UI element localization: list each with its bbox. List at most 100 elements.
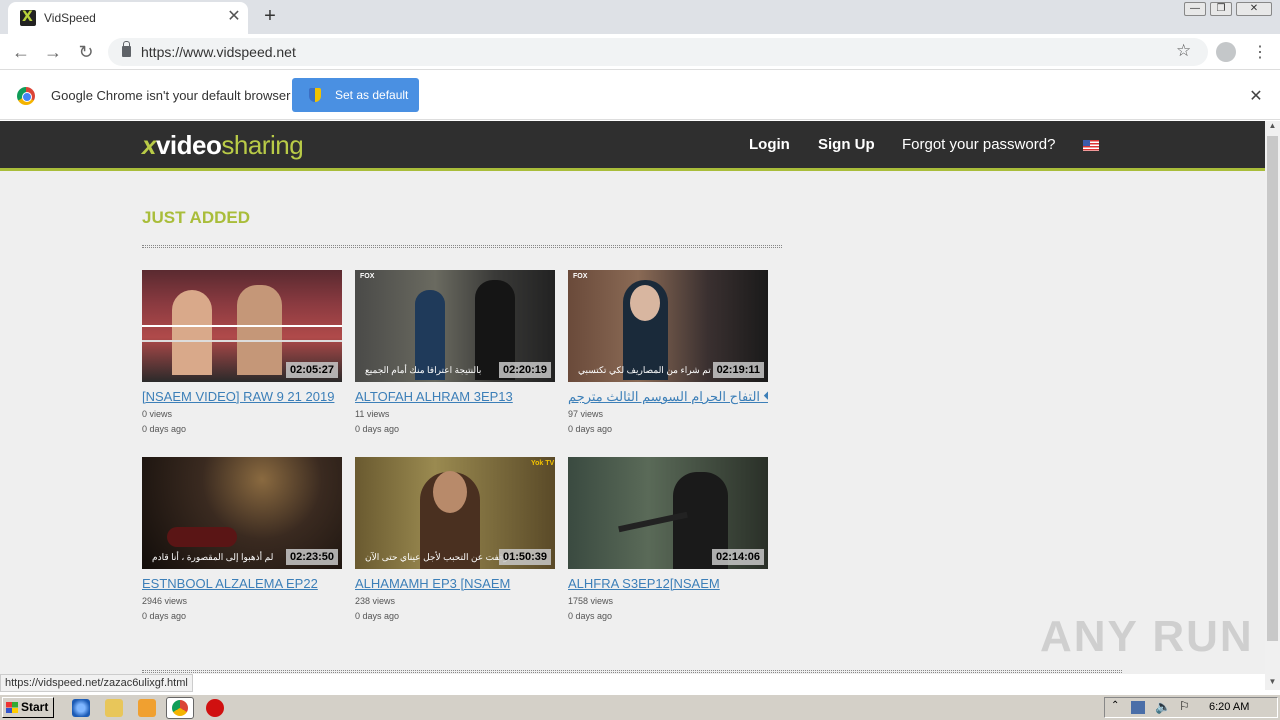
set-default-label: Set as default	[335, 88, 409, 102]
video-duration: 02:05:27	[285, 362, 338, 378]
scroll-up-icon[interactable]: ▲	[1265, 121, 1280, 135]
video-thumbnail[interactable]: FOX تم شراء من المصاريف لكي تكتسبي 02:19…	[568, 270, 768, 382]
video-card[interactable]: Yok TV توقفت عن التحبب لأجل عيناي حتى ال…	[355, 457, 555, 627]
tab-close-icon[interactable]: ✕	[226, 8, 242, 26]
flag-icon[interactable]: ⚐	[1179, 699, 1190, 713]
chrome-icon	[172, 700, 188, 716]
reload-icon[interactable]: ↻	[75, 41, 97, 63]
default-browser-infobar: Google Chrome isn't your default browser…	[0, 71, 1280, 120]
video-views: 2946 views	[142, 596, 188, 606]
video-title-link[interactable]: ESTNBOOL ALZALEMA EP22	[142, 576, 342, 591]
us-flag-icon[interactable]	[1083, 140, 1099, 151]
start-button[interactable]: Start	[2, 697, 54, 718]
status-bar-url: https://vidspeed.net/zazac6ulixgf.html	[0, 674, 193, 692]
video-subtitle: توقفت عن التحبب لأجل عيناي حتى الآن	[365, 552, 511, 562]
video-duration: 01:50:39	[498, 549, 551, 565]
set-as-default-button[interactable]: Set as default	[292, 78, 419, 112]
menu-dots-icon[interactable]: ⋮	[1252, 42, 1268, 62]
login-link[interactable]: Login	[749, 136, 790, 153]
network-icon[interactable]	[1131, 701, 1145, 714]
site-favicon-icon	[20, 9, 36, 26]
video-views: 11 views	[355, 409, 390, 419]
channel-logo: Yok TV	[531, 460, 555, 467]
video-title-link[interactable]: ALTOFAH ALHRAM 3EP13	[355, 389, 555, 404]
start-label: Start	[21, 700, 49, 714]
anyrun-watermark: ANY RUN	[1040, 612, 1254, 661]
video-title-link[interactable]: ALHFRA S3EP12[NSAEM	[568, 576, 768, 591]
video-card[interactable]: FOX بالنتيجة اعترافا منك أمام الجميع 02:…	[355, 270, 555, 440]
video-card[interactable]: 02:05:27 [NSAEM VIDEO] RAW 9 21 2019 0 v…	[142, 270, 342, 440]
windows-logo-icon	[6, 702, 18, 713]
volume-icon[interactable]: 🔈	[1155, 699, 1171, 715]
video-card[interactable]: لم أذهبوا إلى المقصورة ، أنا قادم 02:23:…	[142, 457, 342, 627]
signup-link[interactable]: Sign Up	[818, 136, 875, 153]
video-views: 97 views	[568, 409, 604, 419]
minimize-button[interactable]: —	[1184, 2, 1206, 16]
divider	[142, 245, 782, 248]
ie-icon[interactable]	[72, 699, 90, 717]
video-date: 0 days ago	[142, 424, 187, 434]
video-date: 0 days ago	[355, 424, 400, 434]
new-tab-button[interactable]: +	[260, 5, 280, 27]
divider	[142, 670, 1122, 673]
browser-tab[interactable]: VidSpeed ✕	[8, 2, 248, 34]
forgot-password-link[interactable]: Forgot your password?	[902, 136, 1055, 153]
video-subtitle: لم أذهبوا إلى المقصورة ، أنا قادم	[152, 552, 274, 562]
maximize-button[interactable]: ❐	[1210, 2, 1232, 16]
video-date: 0 days ago	[355, 611, 400, 621]
system-tray: ⌃ 🔈 ⚐ 6:20 AM	[1104, 697, 1278, 718]
video-thumbnail[interactable]: 02:14:06	[568, 457, 768, 569]
section-title: JUST ADDED	[142, 208, 250, 227]
video-thumbnail[interactable]: Yok TV توقفت عن التحبب لأجل عيناي حتى ال…	[355, 457, 555, 569]
close-window-button[interactable]: ✕	[1236, 2, 1272, 16]
back-icon[interactable]: ←	[10, 41, 32, 63]
tab-title: VidSpeed	[44, 11, 96, 25]
channel-logo: FOX	[573, 273, 588, 280]
video-title-link[interactable]: التفاح الحرام السوسم الثالث مترجم �...	[568, 389, 768, 405]
video-duration: 02:23:50	[285, 549, 338, 565]
scroll-thumb[interactable]	[1267, 136, 1278, 641]
lock-icon	[122, 41, 131, 57]
video-views: 0 views	[142, 409, 173, 419]
shield-icon	[309, 88, 321, 102]
video-thumbnail[interactable]: لم أذهبوا إلى المقصورة ، أنا قادم 02:23:…	[142, 457, 342, 569]
video-thumbnail[interactable]: 02:05:27	[142, 270, 342, 382]
infobar-message: Google Chrome isn't your default browser	[51, 88, 291, 103]
site-header: xvideosharing Login Sign Up Forgot your …	[0, 121, 1265, 171]
bookmark-star-icon[interactable]: ☆	[1176, 41, 1191, 61]
explorer-icon[interactable]	[105, 699, 123, 717]
profile-avatar-icon[interactable]	[1216, 42, 1236, 62]
windows-taskbar: Start ⌃ 🔈 ⚐ 6:20 AM	[0, 694, 1280, 720]
video-views: 1758 views	[568, 596, 614, 606]
video-card[interactable]: 02:14:06 ALHFRA S3EP12[NSAEM 1758 views …	[568, 457, 768, 627]
forward-icon[interactable]: →	[42, 41, 64, 63]
video-thumbnail[interactable]: FOX بالنتيجة اعترافا منك أمام الجميع 02:…	[355, 270, 555, 382]
media-player-icon[interactable]	[138, 699, 156, 717]
video-date: 0 days ago	[568, 611, 613, 621]
video-date: 0 days ago	[142, 611, 187, 621]
scroll-down-icon[interactable]: ▼	[1265, 677, 1280, 691]
clock[interactable]: 6:20 AM	[1209, 701, 1249, 713]
chrome-taskbar-button[interactable]	[166, 697, 194, 719]
browser-toolbar: ← → ↻ https://www.vidspeed.net ☆ ⋮	[0, 34, 1280, 70]
video-title-link[interactable]: [NSAEM VIDEO] RAW 9 21 2019	[142, 389, 342, 404]
video-date: 0 days ago	[568, 424, 613, 434]
video-subtitle: بالنتيجة اعترافا منك أمام الجميع	[365, 365, 482, 375]
browser-titlebar: VidSpeed ✕ + — ❐ ✕	[0, 0, 1280, 34]
channel-logo: FOX	[360, 273, 375, 280]
opera-icon[interactable]	[206, 699, 224, 717]
url-text[interactable]: https://www.vidspeed.net	[141, 44, 296, 60]
video-duration: 02:20:19	[498, 362, 551, 378]
video-duration: 02:14:06	[711, 549, 764, 565]
tray-expand-icon[interactable]: ⌃	[1111, 700, 1119, 711]
video-views: 238 views	[355, 596, 396, 606]
video-title-link[interactable]: ALHAMAMH EP3 [NSAEM	[355, 576, 555, 591]
chrome-logo-icon	[17, 87, 35, 105]
page-content: xvideosharing Login Sign Up Forgot your …	[0, 121, 1265, 674]
video-card[interactable]: FOX تم شراء من المصاريف لكي تكتسبي 02:19…	[568, 270, 768, 440]
video-duration: 02:19:11	[712, 362, 764, 378]
site-logo[interactable]: xvideosharing	[142, 130, 304, 161]
page-scrollbar[interactable]: ▲ ▼	[1265, 121, 1280, 690]
infobar-close-icon[interactable]: ✕	[1248, 86, 1264, 106]
address-bar[interactable]: https://www.vidspeed.net ☆	[108, 38, 1208, 66]
